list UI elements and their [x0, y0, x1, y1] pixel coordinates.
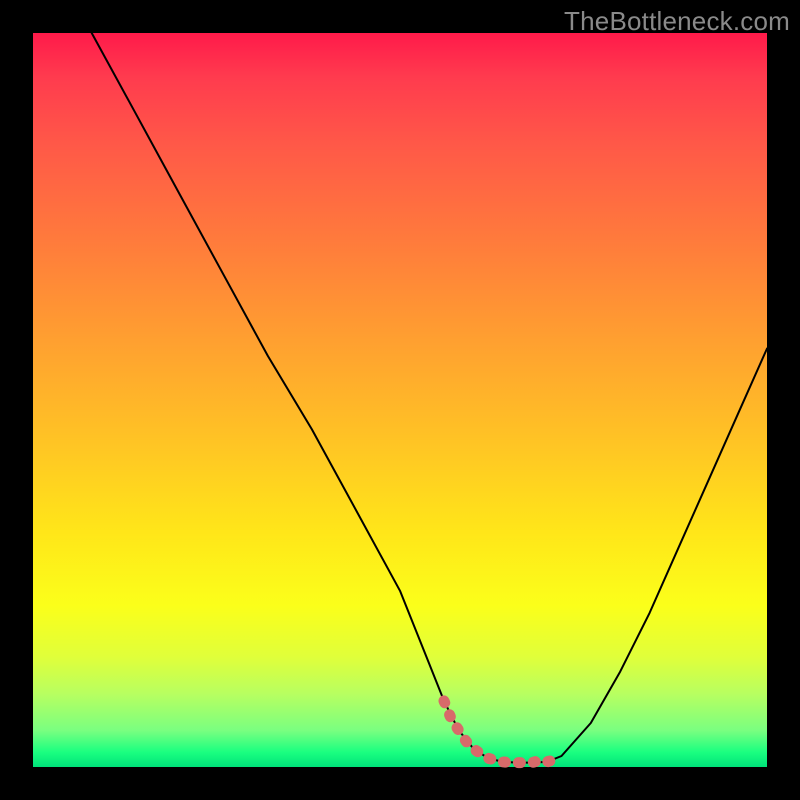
chart-svg: [33, 33, 767, 767]
plot-area: [33, 33, 767, 767]
bottleneck-curve-line: [92, 33, 767, 763]
chart-container: TheBottleneck.com: [0, 0, 800, 800]
minimum-highlight-line: [444, 701, 562, 763]
watermark-text: TheBottleneck.com: [564, 6, 790, 37]
